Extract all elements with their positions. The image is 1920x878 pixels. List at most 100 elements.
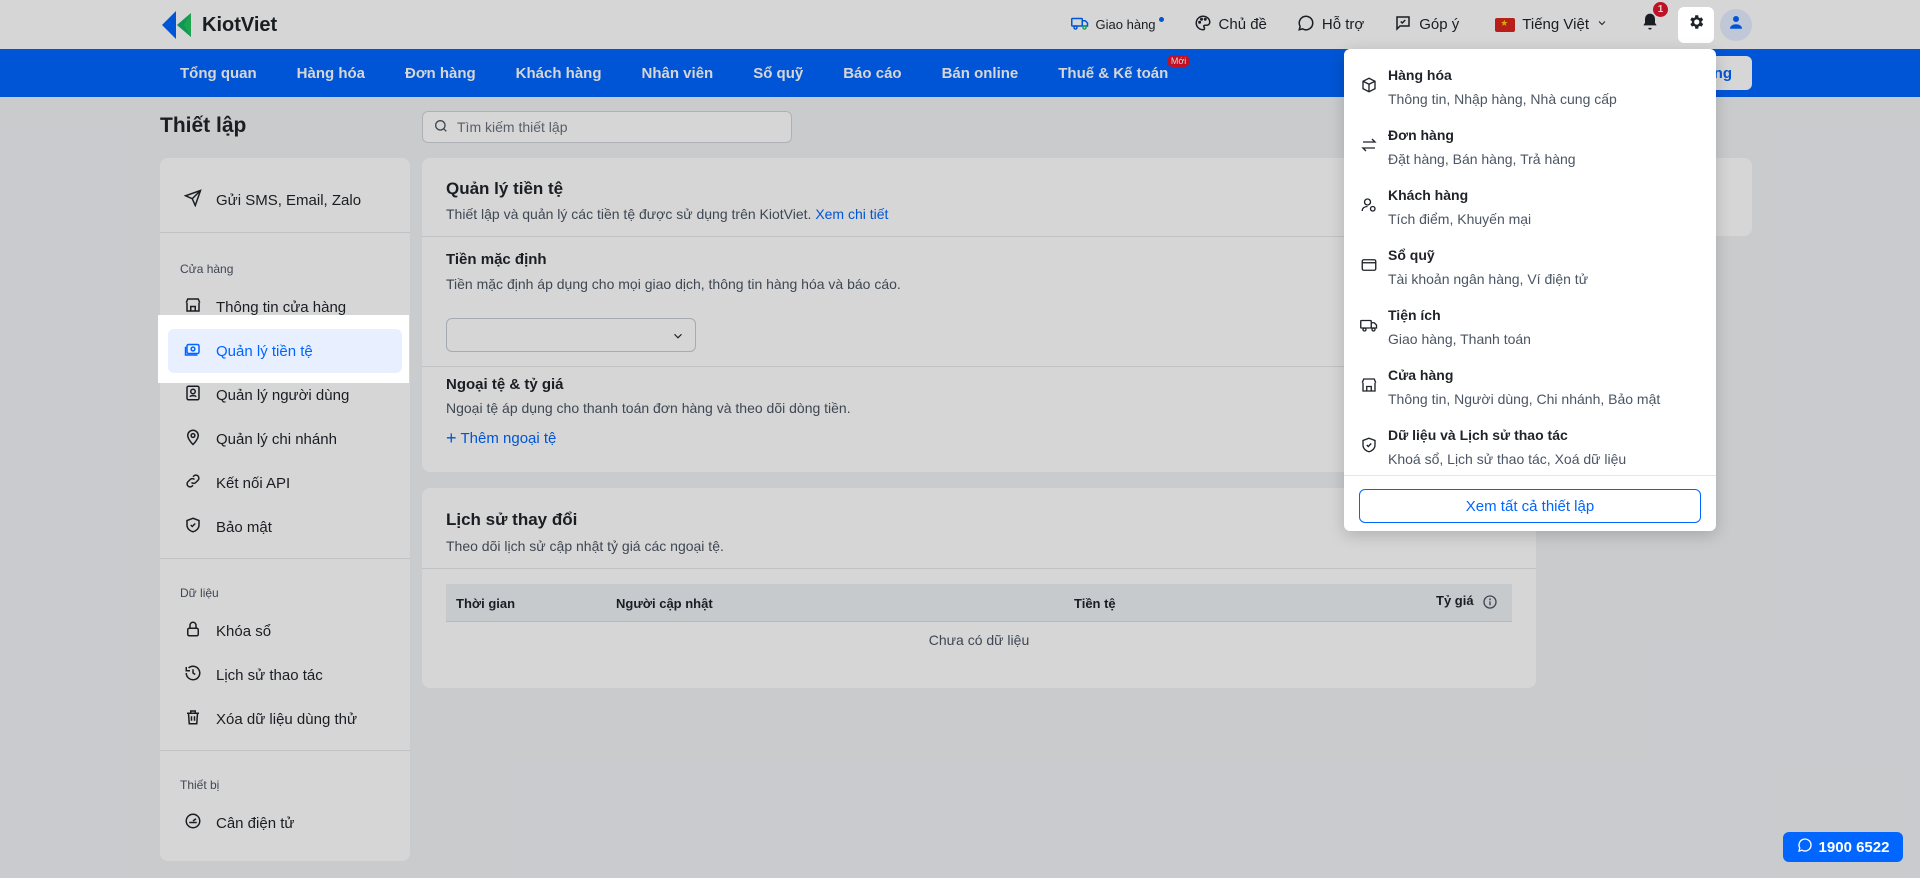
sidebar-item-activity-history[interactable]: Lịch sử thao tác <box>168 653 402 697</box>
nav-item-online-sales[interactable]: Bán online <box>942 65 1019 82</box>
sidebar-item-security[interactable]: Bảo mật <box>168 505 402 549</box>
nav-item-tax-accounting[interactable]: Thuế & Kế toán Mới <box>1058 54 1191 82</box>
card-title: Lịch sử thay đổi <box>446 510 578 529</box>
menu-item-subtitle: Giao hàng, Thanh toán <box>1388 331 1531 347</box>
bell-icon <box>1640 13 1660 36</box>
menu-item-data-history[interactable]: Dữ liệu và Lịch sử thao tác Khoá sổ, Lịc… <box>1344 413 1716 473</box>
delivery-truck-icon <box>1070 14 1089 36</box>
settings-search-input[interactable]: Tìm kiếm thiết lập <box>422 111 792 143</box>
new-badge: Mới <box>1166 54 1191 67</box>
top-bar: KiotViet Giao hàng Chủ đề Hỗ trợ Góp ý T… <box>0 0 1920 49</box>
feedback-icon <box>1394 14 1412 36</box>
nav-item-employees[interactable]: Nhân viên <box>642 65 714 82</box>
add-foreign-currency-button[interactable]: + Thêm ngoại tệ <box>446 429 557 447</box>
sidebar-item-api[interactable]: Kết nối API <box>168 461 402 505</box>
sidebar-item-electronic-scale[interactable]: Cân điện tử <box>168 801 402 845</box>
menu-item-utilities[interactable]: Tiện ích Giao hàng, Thanh toán <box>1344 293 1716 353</box>
card-description-text: Thiết lập và quản lý các tiền tệ được sử… <box>446 206 812 222</box>
delivery-link[interactable]: Giao hàng <box>1070 14 1164 36</box>
sidebar-item-label: Gửi SMS, Email, Zalo <box>216 191 362 209</box>
menu-item-customers[interactable]: Khách hàng Tích điểm, Khuyến mại <box>1344 173 1716 233</box>
language-selector[interactable]: Tiếng Việt <box>1495 16 1608 33</box>
sidebar-item-branch-management[interactable]: Quản lý chi nhánh <box>168 417 402 461</box>
view-all-settings-button[interactable]: Xem tất cả thiết lập <box>1359 489 1701 523</box>
column-updated-by: Người cập nhật <box>616 596 713 611</box>
menu-item-store[interactable]: Cửa hàng Thông tin, Người dùng, Chi nhán… <box>1344 353 1716 413</box>
sidebar-divider <box>160 750 410 751</box>
menu-item-orders[interactable]: Đơn hàng Đặt hàng, Bán hàng, Trả hàng <box>1344 113 1716 173</box>
sidebar-item-currency-management-inner: Quản lý tiền tệ <box>168 329 402 373</box>
language-label: Tiếng Việt <box>1522 16 1589 33</box>
settings-button[interactable] <box>1678 6 1714 43</box>
sidebar-item-currency-management[interactable]: Quản lý tiền tệ <box>168 329 402 373</box>
sidebar-heading-data: Dữ liệu <box>180 586 219 600</box>
delivery-label: Giao hàng <box>1095 17 1156 32</box>
hotline-number: 1900 6522 <box>1818 838 1890 856</box>
trash-icon <box>184 708 202 730</box>
sidebar-item-lock-books[interactable]: Khóa sổ <box>168 609 402 653</box>
menu-item-subtitle: Đặt hàng, Bán hàng, Trả hàng <box>1388 151 1576 167</box>
default-currency-description: Tiền mặc định áp dụng cho mọi giao dịch,… <box>446 276 901 292</box>
feedback-label: Góp ý <box>1419 16 1460 33</box>
menu-item-subtitle: Thông tin, Người dùng, Chi nhánh, Bảo mậ… <box>1388 391 1661 407</box>
chevron-down-icon <box>1596 16 1608 33</box>
nav-item-orders[interactable]: Đơn hàng <box>405 65 476 82</box>
support-link[interactable]: Hỗ trợ <box>1297 14 1364 36</box>
divider <box>422 568 1536 569</box>
menu-item-subtitle: Tích điểm, Khuyến mại <box>1388 211 1532 227</box>
theme-label: Chủ đề <box>1218 16 1267 33</box>
settings-dropdown-menu: Hàng hóa Thông tin, Nhập hàng, Nhà cung … <box>1344 49 1716 531</box>
foreign-currency-description: Ngoại tệ áp dụng cho thanh toán đơn hàng… <box>446 400 851 416</box>
notifications-button[interactable]: 1 <box>1640 2 1668 37</box>
chat-icon <box>1797 837 1813 857</box>
sidebar-item-delete-trial-data[interactable]: Xóa dữ liệu dùng thử <box>168 697 402 741</box>
lock-icon <box>184 620 202 642</box>
chat-help-icon <box>1297 14 1315 36</box>
search-icon <box>433 118 449 137</box>
nav-item-products[interactable]: Hàng hóa <box>297 65 365 82</box>
sidebar-item-label: Lịch sử thao tác <box>216 666 323 684</box>
menu-item-subtitle: Tài khoản ngân hàng, Ví điện tử <box>1388 271 1589 287</box>
support-label: Hỗ trợ <box>1321 16 1365 33</box>
sidebar-item-sms-email-zalo[interactable]: Gửi SMS, Email, Zalo <box>168 178 402 222</box>
menu-item-title: Khách hàng <box>1388 187 1469 203</box>
sidebar-item-label: Xóa dữ liệu dùng thử <box>216 710 358 728</box>
sidebar-item-label: Kết nối API <box>216 474 291 492</box>
default-currency-select[interactable] <box>446 318 696 352</box>
menu-item-title: Tiện ích <box>1388 307 1441 323</box>
nav-item-customers[interactable]: Khách hàng <box>516 65 602 82</box>
logo[interactable]: KiotViet <box>160 9 277 41</box>
sidebar-item-label: Quản lý chi nhánh <box>216 430 337 448</box>
location-pin-icon <box>184 428 202 450</box>
theme-link[interactable]: Chủ đề <box>1194 14 1267 36</box>
column-currency: Tiền tệ <box>1074 596 1116 611</box>
menu-item-products[interactable]: Hàng hóa Thông tin, Nhập hàng, Nhà cung … <box>1344 53 1716 113</box>
sidebar-item-label: Bảo mật <box>216 518 272 536</box>
user-avatar[interactable] <box>1720 8 1752 41</box>
nav-item-overview[interactable]: Tổng quan <box>180 65 257 82</box>
nav-item-reports[interactable]: Báo cáo <box>843 65 901 82</box>
scale-gauge-icon <box>184 812 202 834</box>
history-icon <box>184 664 202 686</box>
menu-item-cashbook[interactable]: Sổ quỹ Tài khoản ngân hàng, Ví điện tử <box>1344 233 1716 293</box>
info-icon[interactable] <box>1482 594 1498 613</box>
menu-divider <box>1344 475 1716 476</box>
foreign-currency-title: Ngoại tệ & tỷ giá <box>446 376 564 393</box>
delivery-status-dot <box>1158 17 1164 22</box>
hotline-button[interactable]: 1900 6522 <box>1783 832 1903 862</box>
sidebar-heading-store: Cửa hàng <box>180 262 234 276</box>
kiotviet-logo-icon <box>160 9 194 41</box>
feedback-link[interactable]: Góp ý <box>1394 14 1459 36</box>
nav-item-cashbook[interactable]: Sổ quỹ <box>753 65 803 82</box>
sidebar-heading-devices: Thiết bị <box>180 778 220 792</box>
add-foreign-currency-label: Thêm ngoại tệ <box>460 430 557 447</box>
menu-item-title: Sổ quỹ <box>1388 247 1435 263</box>
sidebar-divider <box>160 232 410 233</box>
card-description: Thiết lập và quản lý các tiền tệ được sử… <box>446 206 888 222</box>
sidebar-item-label: Cân điện tử <box>216 814 295 832</box>
brand-name: KiotViet <box>202 13 278 36</box>
view-details-link[interactable]: Xem chi tiết <box>815 206 888 222</box>
column-time: Thời gian <box>456 596 516 611</box>
nav-item-tax-accounting-label: Thuế & Kế toán <box>1058 64 1169 82</box>
id-badge-icon <box>184 384 202 406</box>
